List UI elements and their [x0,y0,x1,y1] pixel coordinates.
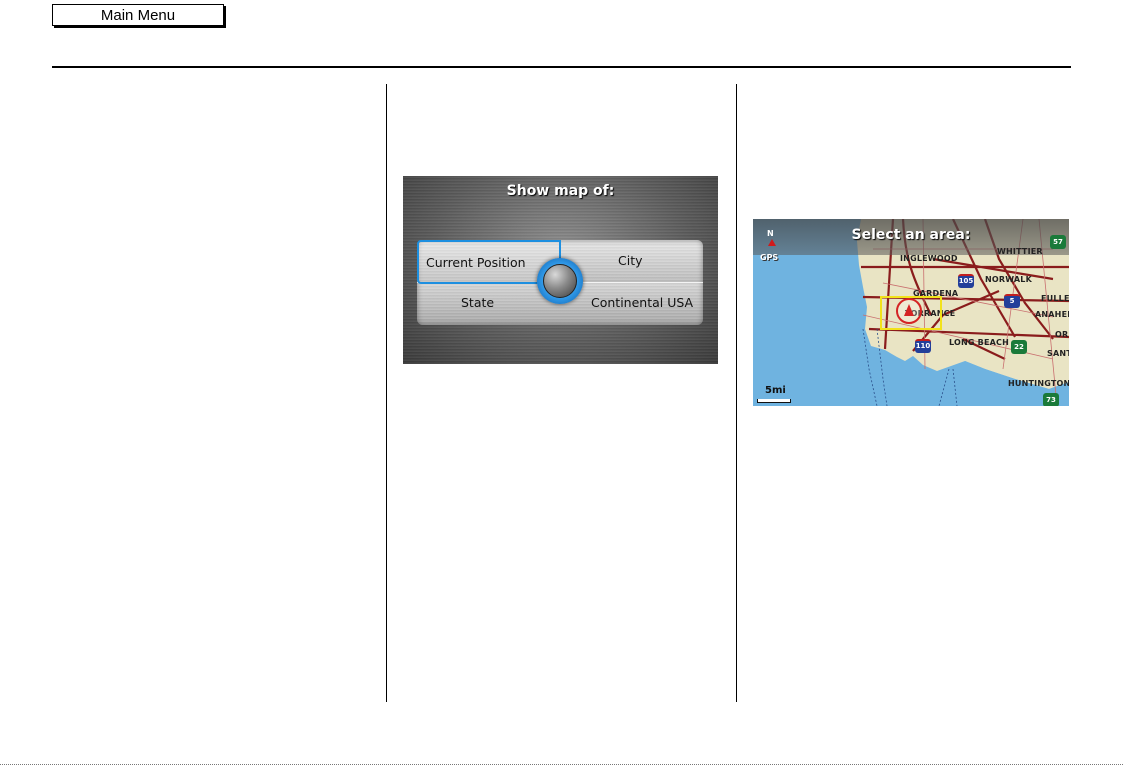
footer-divider [0,764,1123,766]
north-label: N [767,229,774,238]
city-label-huntington: HUNTINGTON [1008,379,1069,388]
city-label-anaheim: ANAHEI [1035,310,1069,319]
main-menu-button[interactable]: Main Menu [52,4,224,26]
area-title: Select an area: [851,227,971,243]
gps-icon: GPS [760,253,779,262]
map-scale-label: 5mi [765,385,786,396]
city-option[interactable]: City [618,253,643,268]
route-73-shield-icon: 73 [1043,393,1059,406]
show-map-screen: Show map of: Current Position City State… [403,176,718,364]
interstate-5-shield-icon: 5 [1004,294,1020,308]
interstate-110-shield-icon: 110 [915,339,931,353]
route-22-shield-icon: 22 [1011,340,1027,354]
state-option[interactable]: State [461,295,494,310]
continental-usa-option[interactable]: Continental USA [591,295,693,310]
interstate-105-shield-icon: 105 [958,274,974,288]
show-map-title: Show map of: [506,183,615,199]
city-label-whittier: WHITTIER [997,247,1043,256]
city-label-long-beach: LONG BEACH [949,338,1009,347]
city-label-fullerton: FULLERT [1041,294,1069,303]
route-57-shield-icon: 57 [1050,235,1066,249]
city-label-inglewood: INGLEWOOD [900,254,958,263]
north-arrow-icon [768,239,776,246]
vehicle-position-icon [896,298,922,324]
city-label-orange: OR [1055,330,1069,339]
city-label-norwalk: NORWALK [985,275,1033,284]
header-divider [52,66,1071,68]
select-area-map[interactable]: Select an area: N GPS WHITTIER INGLEWOOD… [753,219,1069,406]
column-divider-left [386,84,387,702]
interface-dial-icon[interactable] [543,264,577,298]
column-divider-right [736,84,737,702]
city-label-santa-ana: SANT [1047,349,1069,358]
map-scale-bar [757,399,791,403]
